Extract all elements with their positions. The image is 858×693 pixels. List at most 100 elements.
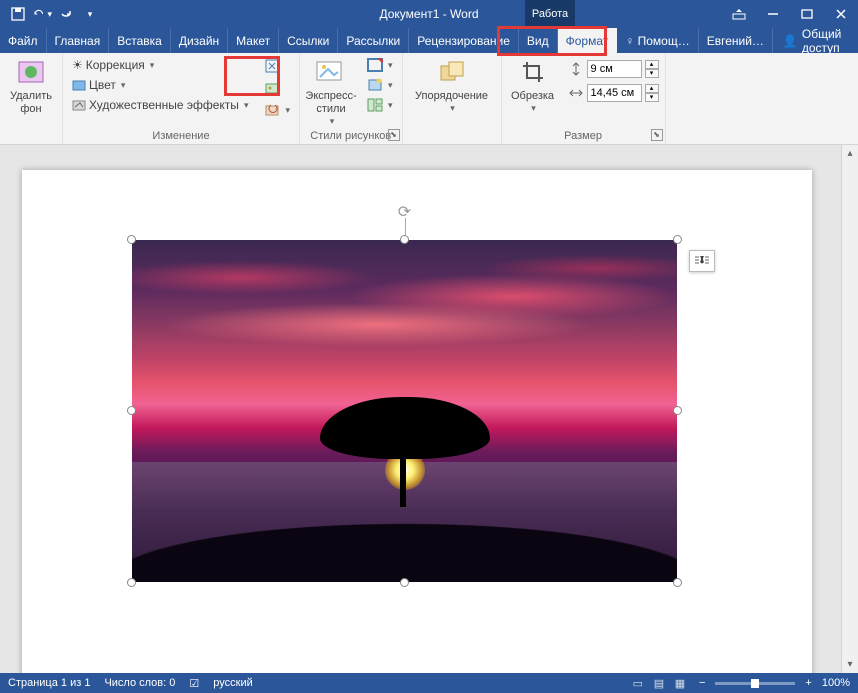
tab-home[interactable]: Главная	[47, 28, 110, 53]
print-layout-icon[interactable]: ▤	[650, 677, 668, 690]
context-tab-label: Работа	[525, 0, 575, 28]
scroll-up-icon[interactable]: ▴	[842, 145, 858, 162]
status-bar: Страница 1 из 1 Число слов: 0 ☑ русский …	[0, 673, 858, 693]
minimize-icon[interactable]	[756, 0, 790, 28]
document-area: ⟳ ▴ ▾	[0, 145, 858, 673]
picture-content	[132, 240, 677, 582]
view-buttons: ▭ ▤ ▦	[629, 677, 689, 690]
group-label-adjust: Изменение	[69, 128, 293, 144]
proofing-icon[interactable]: ☑	[189, 677, 199, 690]
remove-bg-icon	[15, 56, 47, 88]
compress-icon	[264, 58, 280, 74]
sun-icon: ☀	[72, 58, 83, 72]
group-styles: Экспресс- стили▾ ▾ ▾ ▾ Стили рисунков ⬊	[300, 53, 403, 144]
handle-se[interactable]	[673, 578, 682, 587]
picture-border-button[interactable]: ▾	[364, 56, 396, 74]
tab-insert[interactable]: Вставка	[109, 28, 171, 53]
handle-sw[interactable]	[127, 578, 136, 587]
width-icon	[568, 85, 584, 101]
tab-layout[interactable]: Макет	[228, 28, 279, 53]
crop-button[interactable]: Обрезка▾	[508, 56, 558, 114]
vertical-scrollbar[interactable]: ▴ ▾	[841, 145, 858, 673]
group-adjust: ☀Коррекция▾ Цвет▾ Художественные эффекты…	[63, 53, 300, 144]
undo-icon[interactable]: ▾	[32, 4, 52, 24]
read-mode-icon[interactable]: ▭	[629, 677, 647, 690]
group-arrange: Упорядочение▾	[403, 53, 502, 144]
reset-icon	[264, 102, 280, 118]
tab-references[interactable]: Ссылки	[279, 28, 338, 53]
zoom-slider[interactable]	[715, 682, 795, 685]
maximize-icon[interactable]	[790, 0, 824, 28]
group-remove-bg: Удалить фон	[0, 53, 63, 144]
arrange-button[interactable]: Упорядочение▾	[409, 56, 495, 114]
web-layout-icon[interactable]: ▦	[671, 677, 689, 690]
group-size: Обрезка▾ 9 см ▴▾ 14,45 см ▴▾ Размер ⬊	[502, 53, 666, 144]
handle-ne[interactable]	[673, 235, 682, 244]
tab-user[interactable]: Евгений…	[699, 28, 773, 53]
size-launcher-icon[interactable]: ⬊	[651, 129, 663, 141]
close-icon[interactable]	[824, 0, 858, 28]
width-up[interactable]: ▴	[645, 84, 659, 93]
height-input[interactable]: 9 см	[587, 60, 642, 78]
width-input[interactable]: 14,45 см	[587, 84, 642, 102]
remove-background-button[interactable]: Удалить фон	[6, 56, 56, 116]
color-button[interactable]: Цвет▾	[69, 76, 251, 94]
word-count[interactable]: Число слов: 0	[104, 677, 175, 689]
redo-icon[interactable]	[56, 4, 76, 24]
picture-layout-button[interactable]: ▾	[364, 96, 396, 114]
layout-options-icon	[693, 254, 711, 268]
group-label-size: Размер	[508, 128, 659, 144]
zoom-level[interactable]: 100%	[822, 677, 850, 689]
share-icon: 👤	[783, 34, 798, 48]
height-input-row: 9 см ▴▾	[568, 60, 659, 78]
quick-access-toolbar: ▾ ▾	[0, 4, 100, 24]
page-indicator[interactable]: Страница 1 из 1	[8, 677, 90, 689]
styles-launcher-icon[interactable]: ⬊	[388, 129, 400, 141]
width-down[interactable]: ▾	[645, 93, 659, 102]
title-bar: ▾ ▾ Работа Документ1 - Word	[0, 0, 858, 28]
change-picture-button[interactable]	[261, 78, 293, 98]
handle-w[interactable]	[127, 406, 136, 415]
language-indicator[interactable]: русский	[213, 677, 252, 689]
styles-gallery-icon	[315, 56, 347, 88]
tab-view[interactable]: Вид	[519, 28, 558, 53]
ribbon-options-icon[interactable]	[722, 0, 756, 28]
zoom-in-icon[interactable]: +	[805, 677, 811, 689]
artistic-effects-button[interactable]: Художественные эффекты▾	[69, 96, 251, 114]
scroll-down-icon[interactable]: ▾	[842, 656, 858, 673]
picture-effects-button[interactable]: ▾	[364, 76, 396, 94]
height-down[interactable]: ▾	[645, 69, 659, 78]
pic-layout-icon	[367, 98, 383, 112]
compress-pictures-button[interactable]	[261, 56, 293, 76]
corrections-button[interactable]: ☀Коррекция▾	[69, 56, 251, 74]
qat-customize-icon[interactable]: ▾	[80, 4, 100, 24]
layout-options-button[interactable]	[689, 250, 715, 272]
window-controls	[722, 0, 858, 28]
reset-picture-button[interactable]: ▾	[261, 100, 293, 120]
change-pic-icon	[264, 80, 280, 96]
height-icon	[568, 61, 584, 77]
tab-format[interactable]: Формат	[558, 28, 618, 53]
tab-tellme[interactable]: ♀ Помощ…	[617, 28, 698, 53]
handle-e[interactable]	[673, 406, 682, 415]
handle-s[interactable]	[400, 578, 409, 587]
palette-icon	[72, 78, 86, 92]
ribbon-tabs: Файл Главная Вставка Дизайн Макет Ссылки…	[0, 28, 858, 53]
save-icon[interactable]	[8, 4, 28, 24]
tab-design[interactable]: Дизайн	[171, 28, 228, 53]
tab-mailings[interactable]: Рассылки	[338, 28, 409, 53]
tab-file[interactable]: Файл	[0, 28, 47, 53]
arrange-icon	[436, 56, 468, 88]
width-input-row: 14,45 см ▴▾	[568, 84, 659, 102]
selected-image[interactable]: ⟳	[132, 240, 677, 582]
tab-review[interactable]: Рецензирование	[409, 28, 519, 53]
zoom-out-icon[interactable]: −	[699, 677, 705, 689]
handle-n[interactable]	[400, 235, 409, 244]
handle-nw[interactable]	[127, 235, 136, 244]
page[interactable]: ⟳	[22, 170, 812, 673]
picture-styles-button[interactable]: Экспресс- стили▾	[306, 56, 356, 127]
group-label-styles: Стили рисунков	[306, 128, 396, 144]
share-button[interactable]: 👤Общий доступ	[773, 28, 858, 53]
border-icon	[367, 58, 383, 72]
height-up[interactable]: ▴	[645, 60, 659, 69]
